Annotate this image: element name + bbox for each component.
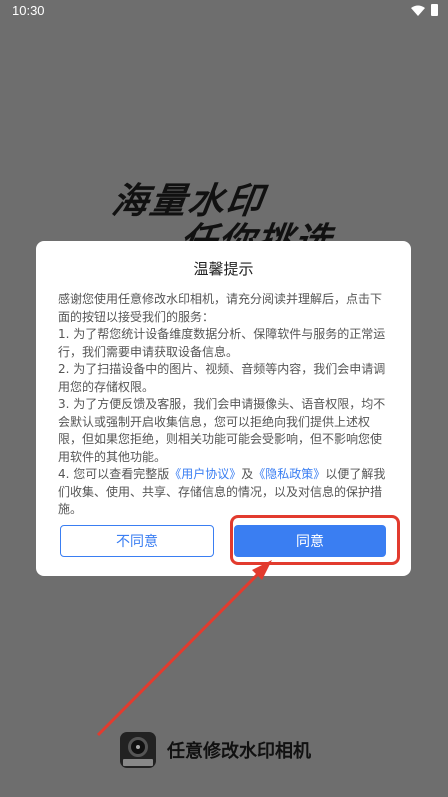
app-logo: [120, 732, 156, 768]
app-name: 任意修改水印相机: [167, 741, 311, 762]
annotation-arrow: [96, 560, 272, 737]
camera-lens-icon: [128, 737, 148, 757]
logo-caption: [123, 759, 153, 766]
